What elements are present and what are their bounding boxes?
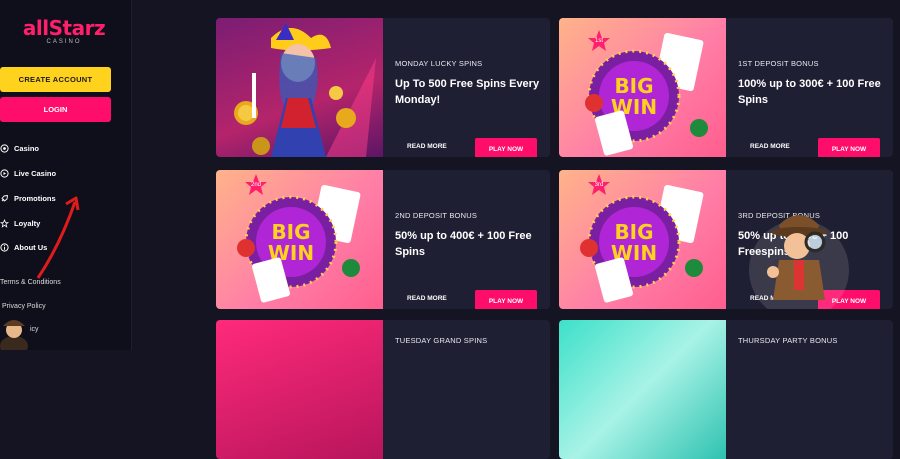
- promo-category: 2ND DEPOSIT BONUS: [395, 211, 478, 220]
- rocket-icon: [0, 194, 9, 203]
- promo-card: 2nd BIG WIN 2ND DEPOSIT BONUS 50% up to …: [216, 170, 550, 309]
- promo-category: TUESDAY GRAND SPINS: [395, 336, 488, 345]
- deposit-badge: 1st: [595, 38, 603, 44]
- privacy-policy-link[interactable]: Privacy Policy: [2, 303, 46, 310]
- terms-link[interactable]: Terms & Conditions: [0, 279, 61, 286]
- promo-card: MONDAY LUCKY SPINS Up To 500 Free Spins …: [216, 18, 550, 157]
- candy-cane-stick: [252, 73, 256, 118]
- promo-card: THURSDAY PARTY BONUS: [559, 320, 893, 459]
- casino-logo[interactable]: allStarz CASINO: [14, 18, 114, 45]
- detective-mascot-icon: [749, 215, 849, 309]
- info-icon: [0, 243, 9, 252]
- nav-label: Live Casino: [14, 169, 57, 178]
- big-win-wheel-icon: 3rd BIG WIN: [580, 174, 704, 303]
- promotions-grid: MONDAY LUCKY SPINS Up To 500 Free Spins …: [131, 0, 900, 459]
- promo-image: [216, 18, 383, 157]
- create-account-button[interactable]: CREATE ACCOUNT: [0, 67, 111, 92]
- read-more-link[interactable]: READ MORE: [750, 143, 790, 150]
- promo-category: 1ST DEPOSIT BONUS: [738, 59, 819, 68]
- big-win-wheel-icon: 2nd BIG WIN: [237, 174, 361, 303]
- promo-image: 1st BIG WIN: [559, 18, 726, 157]
- promo-headline: Up To 500 Free Spins Every Monday!: [395, 78, 540, 106]
- play-now-button[interactable]: PLAY NOW: [475, 290, 537, 309]
- nav-item-live-casino[interactable]: Live Casino: [0, 169, 56, 178]
- play-now-button[interactable]: PLAY NOW: [475, 138, 537, 157]
- promo-card: 3rd BIG WIN 3RD DEPOSIT BONUS 50% up to …: [559, 170, 893, 309]
- deposit-badge: 2nd: [251, 182, 261, 188]
- promo-category: THURSDAY PARTY BONUS: [738, 336, 838, 345]
- read-more-link[interactable]: READ MORE: [407, 295, 447, 302]
- promo-category: MONDAY LUCKY SPINS: [395, 59, 483, 68]
- detective-avatar-icon: [0, 320, 28, 350]
- play-now-button[interactable]: PLAY NOW: [818, 138, 880, 157]
- promo-card: TUESDAY GRAND SPINS: [216, 320, 550, 459]
- big-win-wheel-icon: 1st BIG WIN: [585, 30, 708, 156]
- star-badge-icon: [0, 219, 9, 228]
- promo-image: [559, 320, 726, 459]
- read-more-link[interactable]: READ MORE: [407, 143, 447, 150]
- promo-headline: 50% up to 400€ + 100 Free Spins: [395, 230, 532, 258]
- live-casino-icon: [0, 169, 9, 178]
- sidebar: allStarz CASINO CREATE ACCOUNT LOGIN Cas…: [0, 0, 132, 350]
- casino-chip-icon: [0, 144, 9, 153]
- nav-label: Casino: [14, 144, 40, 153]
- nav-item-casino[interactable]: Casino: [0, 144, 39, 153]
- deposit-badge: 3rd: [595, 182, 604, 188]
- promo-image: 3rd BIG WIN: [559, 170, 726, 309]
- logo-brand: allStarz: [22, 16, 106, 40]
- login-button[interactable]: LOGIN: [0, 97, 111, 122]
- promo-image: 2nd BIG WIN: [216, 170, 383, 309]
- promo-headline: 100% up to 300€ + 100 Free Spins: [738, 78, 881, 106]
- promo-card: 1st BIG WIN 1ST DEPOSIT BONUS 100% up to…: [559, 18, 893, 157]
- jester-character-icon: [234, 23, 376, 157]
- promo-image: [216, 320, 383, 459]
- red-arrow-annotation: [36, 196, 80, 279]
